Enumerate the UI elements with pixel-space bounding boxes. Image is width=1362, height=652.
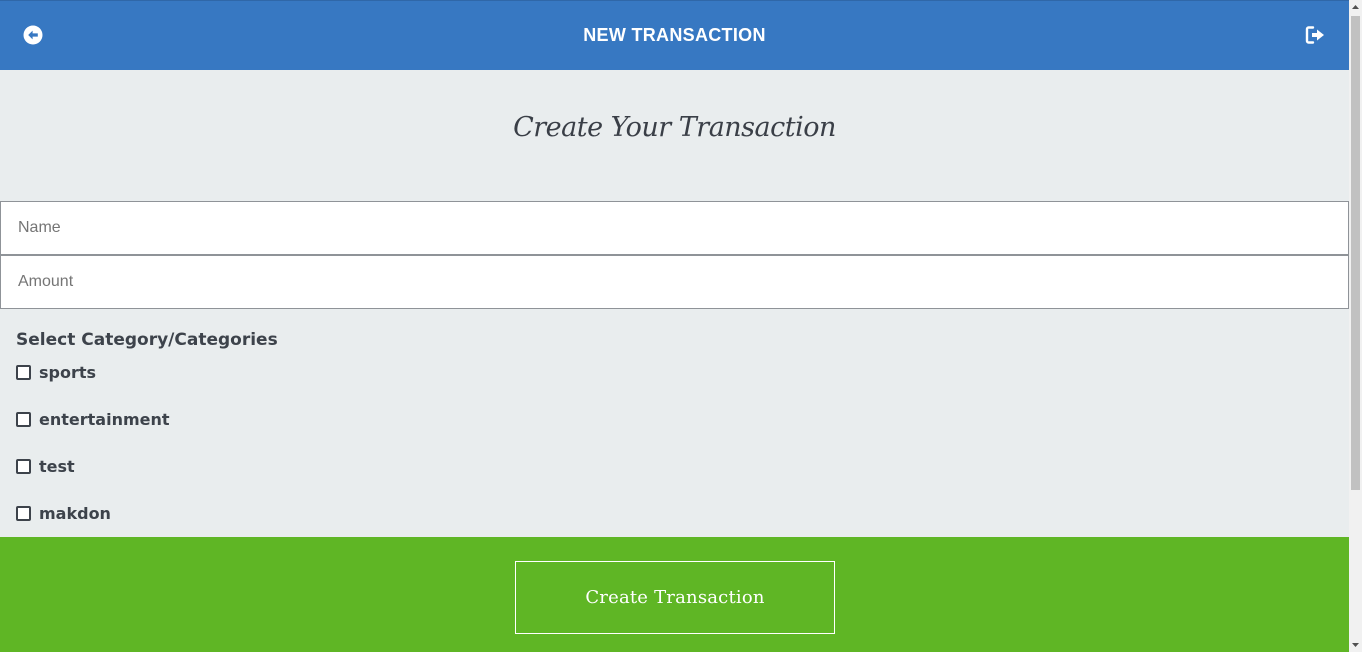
- category-option-entertainment[interactable]: entertainment: [16, 408, 170, 430]
- amount-field[interactable]: [0, 255, 1349, 309]
- scroll-up-arrow-icon[interactable]: [1349, 0, 1362, 14]
- category-label: test: [39, 456, 75, 476]
- scroll-down-arrow-icon[interactable]: [1349, 638, 1362, 652]
- category-label: sports: [39, 362, 97, 382]
- page: NEW TRANSACTION Create Your Transaction …: [0, 0, 1349, 652]
- top-bar: NEW TRANSACTION: [0, 0, 1349, 70]
- checkbox[interactable]: [16, 364, 31, 380]
- checkbox[interactable]: [16, 505, 31, 521]
- category-label: makdon: [39, 503, 111, 523]
- sign-out-icon: [1305, 26, 1324, 44]
- category-option-makdon[interactable]: makdon: [16, 502, 111, 524]
- checkbox[interactable]: [16, 411, 31, 427]
- category-option-sports[interactable]: sports: [16, 361, 96, 383]
- form-heading: Create Your Transaction: [513, 112, 836, 143]
- logout-button[interactable]: [1305, 25, 1327, 45]
- vertical-scrollbar[interactable]: [1349, 0, 1362, 652]
- page-title: NEW TRANSACTION: [583, 25, 766, 45]
- category-option-test[interactable]: test: [16, 455, 75, 477]
- category-label: entertainment: [39, 409, 170, 429]
- checkbox[interactable]: [16, 458, 31, 474]
- scrollbar-thumb[interactable]: [1351, 16, 1360, 490]
- category-section-label: Select Category/Categories: [16, 330, 278, 350]
- footer-bar: Create Transaction: [0, 537, 1349, 652]
- create-transaction-button[interactable]: Create Transaction: [515, 561, 835, 634]
- name-field[interactable]: [0, 201, 1349, 255]
